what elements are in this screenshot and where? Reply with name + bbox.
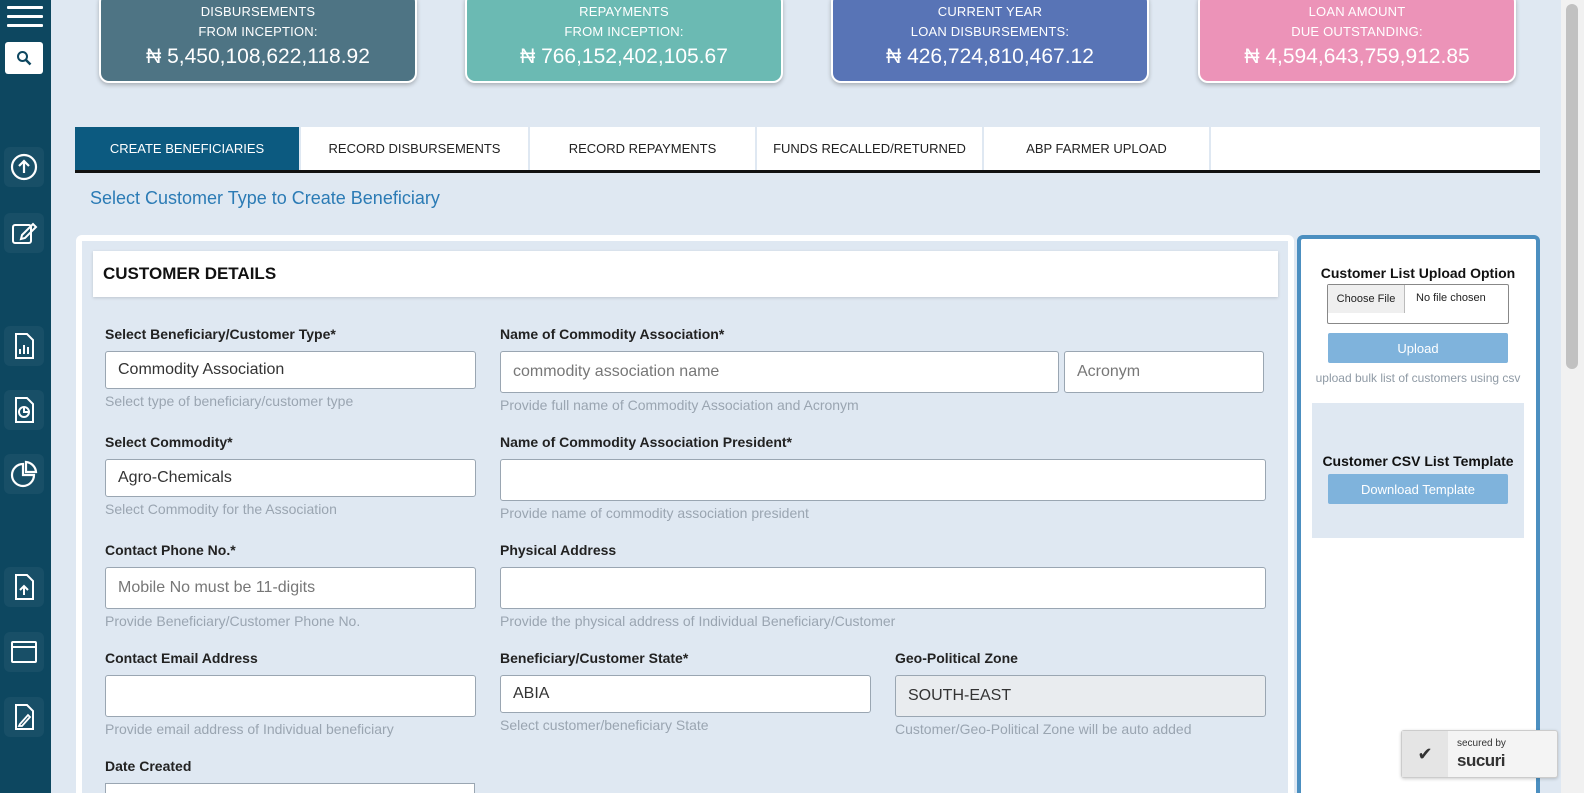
email-input[interactable] bbox=[105, 675, 476, 717]
scrollbar[interactable] bbox=[1561, 0, 1584, 793]
page-heading: Select Customer Type to Create Beneficia… bbox=[90, 188, 440, 208]
upload-help: upload bulk list of customers using csv bbox=[1315, 371, 1521, 385]
stat-line2: FROM INCEPTION: bbox=[198, 24, 318, 39]
document-chart-icon[interactable] bbox=[4, 390, 44, 430]
association-acronym-input[interactable]: Acronym bbox=[1064, 351, 1264, 393]
association-name-help: Provide full name of Commodity Associati… bbox=[500, 397, 859, 413]
zone-help: Customer/Geo-Political Zone will be auto… bbox=[895, 721, 1192, 737]
file-upload-icon[interactable] bbox=[4, 567, 44, 607]
stat-value: ₦ 426,724,810,467.12 bbox=[886, 45, 1094, 68]
association-name-input[interactable]: commodity association name bbox=[500, 351, 1059, 393]
zone-input: SOUTH-EAST bbox=[895, 675, 1266, 717]
search-icon[interactable] bbox=[5, 42, 43, 74]
stat-value: ₦ 4,594,643,759,912.85 bbox=[1244, 45, 1470, 68]
scroll-thumb[interactable] bbox=[1566, 4, 1578, 369]
state-select[interactable]: ABIA bbox=[500, 675, 871, 713]
choose-file-button[interactable]: Choose File bbox=[1328, 285, 1405, 313]
commodity-help: Select Commodity for the Association bbox=[105, 501, 337, 517]
stat-line1: DISBURSEMENTS bbox=[200, 4, 316, 19]
address-input[interactable] bbox=[500, 567, 1266, 609]
beneficiary-type-help: Select type of beneficiary/customer type bbox=[105, 393, 354, 409]
badge-line1: secured by bbox=[1457, 738, 1506, 749]
report-icon[interactable] bbox=[4, 326, 44, 366]
commodity-label: Select Commodity* bbox=[105, 434, 233, 450]
address-help: Provide the physical address of Individu… bbox=[500, 613, 896, 629]
sucuri-badge[interactable]: ✔ secured by sucuri bbox=[1401, 730, 1558, 778]
president-input[interactable] bbox=[500, 459, 1266, 501]
no-file-text: No file chosen bbox=[1416, 292, 1486, 304]
stat-line2: DUE OUTSTANDING: bbox=[1291, 24, 1423, 39]
stat-line1: CURRENT YEAR bbox=[937, 4, 1043, 19]
sidebar bbox=[0, 0, 51, 793]
email-help: Provide email address of Individual bene… bbox=[105, 721, 394, 737]
phone-input[interactable]: Mobile No must be 11-digits bbox=[105, 567, 476, 609]
stat-value: ₦ 5,450,108,622,118.92 bbox=[146, 45, 370, 68]
badge-line2: sucuri bbox=[1457, 751, 1506, 770]
president-label: Name of Commodity Association President* bbox=[500, 434, 792, 450]
window-icon[interactable] bbox=[4, 632, 44, 672]
email-label: Contact Email Address bbox=[105, 650, 258, 666]
commodity-select[interactable]: Agro-Chemicals bbox=[105, 459, 476, 497]
state-label: Beneficiary/Customer State* bbox=[500, 650, 689, 666]
stat-line1: LOAN AMOUNT bbox=[1308, 4, 1406, 19]
beneficiary-type-select[interactable]: Commodity Association bbox=[105, 351, 476, 389]
file-input[interactable]: Choose File No file chosen bbox=[1327, 284, 1509, 324]
association-name-label: Name of Commodity Association* bbox=[500, 326, 725, 342]
beneficiary-type-label: Select Beneficiary/Customer Type* bbox=[105, 326, 336, 342]
tab-abp-farmer-upload[interactable]: ABP FARMER UPLOAD bbox=[984, 127, 1211, 170]
president-help: Provide name of commodity association pr… bbox=[500, 505, 809, 521]
phone-help: Provide Beneficiary/Customer Phone No. bbox=[105, 613, 361, 629]
template-title: Customer CSV List Template bbox=[1322, 453, 1514, 469]
stat-card-disbursements: DISBURSEMENTS FROM INCEPTION: ₦ 5,450,10… bbox=[99, 0, 417, 83]
edit-icon[interactable] bbox=[4, 213, 44, 253]
pie-chart-icon[interactable] bbox=[4, 454, 44, 494]
tab-record-repayments[interactable]: RECORD REPAYMENTS bbox=[530, 127, 757, 170]
address-label: Physical Address bbox=[500, 542, 617, 558]
stat-card-outstanding: LOAN AMOUNT DUE OUTSTANDING: ₦ 4,594,643… bbox=[1198, 0, 1516, 83]
file-edit-icon[interactable] bbox=[4, 697, 44, 737]
upload-circle-icon[interactable] bbox=[4, 147, 44, 187]
date-created-label: Date Created bbox=[105, 758, 192, 774]
checkmark-icon: ✔ bbox=[1402, 731, 1448, 777]
stat-line2: LOAN DISBURSEMENTS: bbox=[910, 24, 1070, 39]
state-help: Select customer/beneficiary State bbox=[500, 717, 709, 733]
tab-record-disbursements[interactable]: RECORD DISBURSEMENTS bbox=[301, 127, 530, 170]
stat-card-repayments: REPAYMENTS FROM INCEPTION: ₦ 766,152,402… bbox=[465, 0, 783, 83]
tab-funds-recalled[interactable]: FUNDS RECALLED/RETURNED bbox=[757, 127, 984, 170]
stat-value: ₦ 766,152,402,105.67 bbox=[520, 45, 728, 68]
upload-button[interactable]: Upload bbox=[1328, 333, 1508, 363]
stat-line1: REPAYMENTS bbox=[579, 4, 669, 19]
tab-create-beneficiaries[interactable]: CREATE BENEFICIARIES bbox=[75, 127, 301, 170]
phone-label: Contact Phone No.* bbox=[105, 542, 236, 558]
upload-title: Customer List Upload Option bbox=[1320, 265, 1516, 281]
template-box bbox=[1312, 403, 1524, 538]
download-template-button[interactable]: Download Template bbox=[1328, 474, 1508, 504]
stat-card-current-year: CURRENT YEAR LOAN DISBURSEMENTS: ₦ 426,7… bbox=[831, 0, 1149, 83]
stat-line2: FROM INCEPTION: bbox=[564, 24, 684, 39]
zone-label: Geo-Political Zone bbox=[895, 650, 1018, 666]
menu-icon[interactable] bbox=[7, 6, 43, 34]
date-created-input[interactable] bbox=[105, 783, 475, 793]
tab-bar: CREATE BENEFICIARIES RECORD DISBURSEMENT… bbox=[75, 127, 1540, 173]
section-title: CUSTOMER DETAILS bbox=[103, 264, 277, 283]
section-header: CUSTOMER DETAILS bbox=[93, 251, 1278, 297]
